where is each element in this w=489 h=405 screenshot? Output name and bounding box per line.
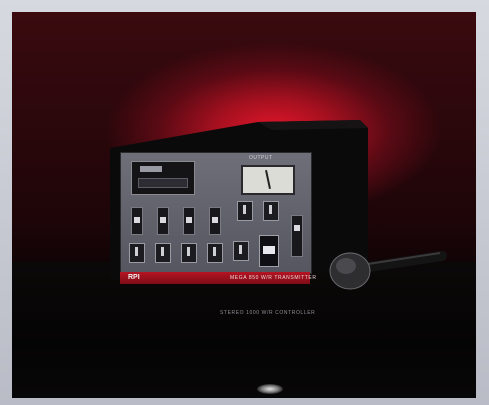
brand-mark: RPI — [128, 274, 140, 281]
aux-knob — [233, 241, 249, 261]
master-knob-left — [237, 201, 253, 221]
side-fader — [291, 215, 303, 257]
channel-knob-3 — [181, 243, 197, 263]
photo: OUTPUT RPI MEGA 850 W/R TRANSMITTER STER… — [12, 12, 476, 398]
panel-top-label: OUTPUT — [249, 155, 273, 161]
channel-fader-1 — [131, 207, 143, 235]
display-indicator — [140, 166, 162, 172]
display-window — [131, 161, 195, 195]
channel-fader-4 — [209, 207, 221, 235]
channel-knob-2 — [155, 243, 171, 263]
microphone — [329, 251, 447, 290]
channel-fader-2 — [157, 207, 169, 235]
level-meter — [241, 165, 295, 195]
floor-reflection — [257, 384, 283, 394]
model-text: MEGA 850 W/R TRANSMITTER — [230, 275, 317, 281]
display-slot — [138, 178, 188, 188]
master-knob-right — [263, 201, 279, 221]
microphone-grille-shine — [336, 258, 356, 274]
control-panel: OUTPUT — [120, 152, 312, 274]
meter-needle — [265, 169, 271, 190]
channel-knob-4 — [207, 243, 223, 263]
base-label: STEREO 1000 W/R CONTROLLER — [220, 310, 316, 316]
master-fader — [259, 235, 279, 267]
channel-knob-1 — [129, 243, 145, 263]
channel-fader-3 — [183, 207, 195, 235]
red-label-strip: RPI MEGA 850 W/R TRANSMITTER — [120, 272, 316, 284]
